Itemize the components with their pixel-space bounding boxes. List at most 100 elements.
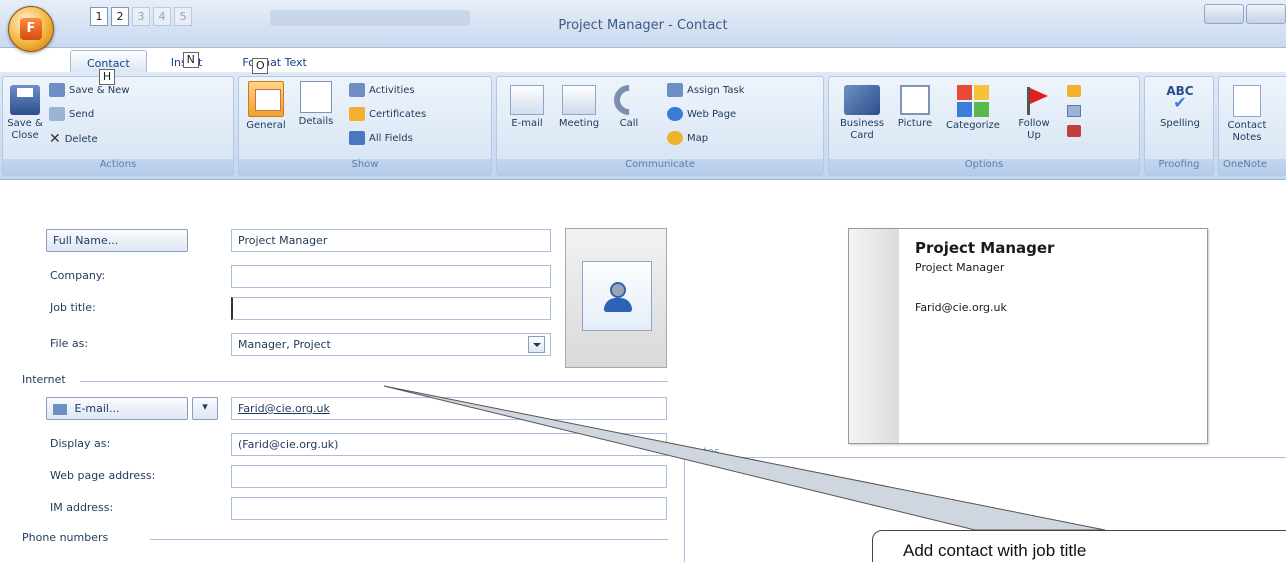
tab-contact[interactable]: Contact H <box>70 50 147 85</box>
email-ribbon-button[interactable]: E-mail <box>505 85 549 130</box>
email-button-label: E-mail... <box>74 402 120 415</box>
full-name-button[interactable]: Full Name... <box>46 229 188 252</box>
email-selector-button[interactable]: ▾ <box>192 397 218 420</box>
callout-box: Add contact with job title <box>872 530 1286 562</box>
internet-divider <box>80 381 668 382</box>
keytip-o: O <box>252 58 269 74</box>
business-card-name: Project Manager <box>915 239 1055 257</box>
tab-insert[interactable]: Insert N <box>155 50 219 72</box>
email-button[interactable]: E-mail... <box>46 397 188 420</box>
group-onenote-label: OneNote <box>1219 159 1286 175</box>
group-show: General Details Activities Certificates … <box>238 76 492 176</box>
job-title-field[interactable] <box>231 297 551 320</box>
all-fields-button[interactable]: All Fields <box>349 131 413 145</box>
contact-notes-button[interactable]: Contact Notes <box>1227 85 1267 144</box>
business-card-button[interactable]: Business Card <box>837 85 887 142</box>
group-communicate: E-mail Meeting Call Assign Task Web Page… <box>496 76 824 176</box>
keytip-h: H <box>99 69 115 85</box>
call-button[interactable]: Call <box>607 78 651 130</box>
spelling-button[interactable]: ABC ✔ Spelling <box>1153 85 1207 130</box>
categorize-button[interactable]: Categorize <box>941 85 1005 132</box>
spelling-icon: ABC ✔ <box>1166 84 1194 112</box>
chevron-down-icon: ▾ <box>202 400 208 413</box>
delete-icon: ✕ <box>49 131 61 147</box>
im-address-label: IM address: <box>50 501 114 514</box>
web-page-field[interactable] <box>231 465 667 488</box>
send-button[interactable]: Send <box>49 107 94 121</box>
address-card-icon <box>53 403 67 415</box>
save-close-button[interactable]: Save & Close <box>5 85 45 142</box>
picture-button[interactable]: Picture <box>893 85 937 130</box>
file-as-select[interactable]: Manager, Project <box>231 333 551 356</box>
web-page-label: Web page address: <box>50 469 156 482</box>
contact-photo-button[interactable] <box>565 228 667 368</box>
minimize-button[interactable] <box>1204 4 1244 24</box>
follow-up-label: Follow Up <box>1018 118 1050 141</box>
internet-section-label: Internet <box>22 373 66 386</box>
ribbon: Save & Close Save & New Send ✕ Delete Ac… <box>0 72 1286 180</box>
business-card-strip <box>849 229 899 443</box>
delete-button[interactable]: ✕ Delete <box>49 131 98 147</box>
activities-button[interactable]: Activities <box>349 83 415 97</box>
office-button[interactable]: F <box>8 6 54 52</box>
follow-up-button[interactable]: Follow Up <box>1011 85 1057 142</box>
display-as-field[interactable]: (Farid@cie.org.uk) <box>231 433 667 456</box>
certificates-button[interactable]: Certificates <box>349 107 426 121</box>
assign-task-button[interactable]: Assign Task <box>667 83 745 97</box>
group-onenote: Contact Notes OneNote <box>1218 76 1286 176</box>
task-icon <box>667 83 683 97</box>
picture-label: Picture <box>897 118 933 129</box>
meeting-button[interactable]: Meeting <box>557 85 601 130</box>
categorize-icon <box>957 85 989 117</box>
picture-icon <box>900 85 930 115</box>
general-button[interactable]: General <box>243 81 289 132</box>
group-options: Business Card Picture Categorize Follow … <box>828 76 1140 176</box>
job-title-label: Job title: <box>50 301 96 314</box>
phone-section-label: Phone numbers <box>22 531 109 544</box>
window-controls <box>1204 4 1286 24</box>
save-new-icon <box>49 83 65 97</box>
map-label: Map <box>687 132 709 144</box>
file-as-label: File as: <box>50 337 89 350</box>
all-fields-icon <box>349 131 365 145</box>
email-field[interactable]: Farid@cie.org.uk <box>231 397 667 420</box>
group-actions: Save & Close Save & New Send ✕ Delete Ac… <box>2 76 234 176</box>
private-lock-icon[interactable] <box>1067 85 1081 97</box>
send-label: Send <box>69 108 95 120</box>
meeting-icon <box>562 85 596 115</box>
web-page-label: Web Page <box>687 108 737 120</box>
contact-photo-frame <box>582 261 652 331</box>
save-new-button[interactable]: Save & New <box>49 83 130 97</box>
onenote-icon <box>1233 85 1261 117</box>
company-field[interactable] <box>231 265 551 288</box>
activities-label: Activities <box>369 84 415 96</box>
details-icon <box>300 81 332 113</box>
globe-icon <box>667 107 683 121</box>
contact-form: Full Name... Project Manager Company: Jo… <box>0 181 1286 562</box>
assign-task-label: Assign Task <box>687 84 745 96</box>
web-page-button[interactable]: Web Page <box>667 107 736 121</box>
maximize-button[interactable] <box>1246 4 1286 24</box>
map-icon <box>667 131 683 145</box>
details-button[interactable]: Details <box>293 81 339 128</box>
group-show-label: Show <box>239 159 491 175</box>
file-as-dropdown-icon[interactable] <box>528 336 545 353</box>
title-bar: F 1 2 3 4 5 Project Manager - Contact <box>0 0 1286 52</box>
send-icon <box>49 107 65 121</box>
full-name-field[interactable]: Project Manager <box>231 229 551 252</box>
group-proofing-label: Proofing <box>1145 159 1213 175</box>
flag-icon <box>1019 85 1049 115</box>
save-icon <box>10 85 40 115</box>
map-button[interactable]: Map <box>667 131 708 145</box>
business-card-label: Business Card <box>839 118 885 141</box>
person-body-icon <box>604 298 632 312</box>
check-names-icon[interactable] <box>1067 125 1081 137</box>
business-card-preview[interactable]: Project Manager Project Manager Farid@ci… <box>848 228 1208 444</box>
address-book-icon[interactable] <box>1067 105 1081 117</box>
activities-icon <box>349 83 365 97</box>
im-address-field[interactable] <box>231 497 667 520</box>
group-proofing: ABC ✔ Spelling Proofing <box>1144 76 1214 176</box>
tab-format-text[interactable]: Format Text O <box>226 50 323 74</box>
business-card-icon <box>844 85 880 115</box>
email-ribbon-label: E-mail <box>511 118 543 129</box>
